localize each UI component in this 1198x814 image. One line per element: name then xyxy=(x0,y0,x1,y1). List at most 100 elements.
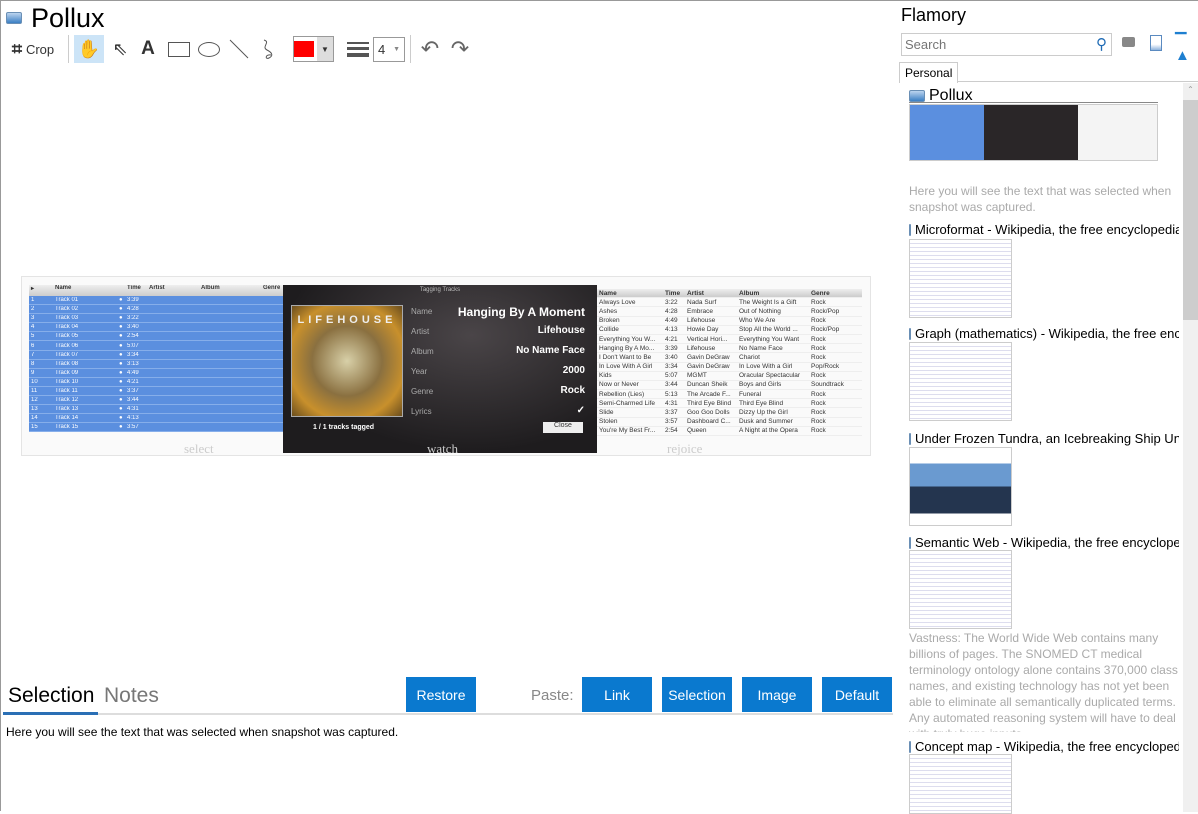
freehand-icon xyxy=(263,39,273,59)
paste-link-button[interactable]: Link xyxy=(582,677,652,712)
line-width-select[interactable]: 4 ▼ xyxy=(373,37,405,62)
hand-icon: ✋ xyxy=(77,38,101,59)
table-row: Broken 4:49 Lifehouse Who We Are Rock xyxy=(597,317,862,326)
snapshot-item-title[interactable]: Under Frozen Tundra, an Icebreaking Ship… xyxy=(909,431,1179,446)
collapse-top-icon[interactable]: ▔ ▲ xyxy=(1175,34,1190,63)
snapshot-item-title[interactable]: Concept map - Wikipedia, the free encycl… xyxy=(909,739,1179,754)
table-row: 4 Track 04 ● 3:40 xyxy=(29,323,289,333)
snapshot-thumbnail[interactable] xyxy=(909,447,1012,526)
paste-default-button[interactable]: Default xyxy=(822,677,892,712)
search-box[interactable]: ⚲ xyxy=(901,33,1112,56)
active-tab-indicator xyxy=(3,712,98,715)
table-row: In Love With A Girl 3:34 Gavin DeGraw In Lo… xyxy=(597,363,862,372)
table-row: 8 Track 08 ● 3:13 xyxy=(29,359,289,369)
tab-selection[interactable]: Selection xyxy=(8,684,94,708)
search-icon[interactable]: ⚲ xyxy=(1096,35,1107,53)
snapshot-image: ▸ Name Time Artist Album Genre 1 Track 01 ● 3:39… xyxy=(21,276,871,456)
snapshot-item-title[interactable]: Microformat - Wikipedia, the free encycl… xyxy=(909,222,1179,237)
tab-notes[interactable]: Notes xyxy=(104,684,159,708)
camera-icon[interactable] xyxy=(1122,37,1135,47)
text-icon: A xyxy=(141,38,155,59)
divider xyxy=(909,102,1158,103)
caption: select xyxy=(184,441,214,456)
snapshot-thumbnail[interactable] xyxy=(909,239,1012,318)
snapshot-item-title[interactable]: Graph (mathematics) - Wikipedia, the fre… xyxy=(909,326,1179,341)
snapshot-icon xyxy=(909,90,925,102)
line-width-icon xyxy=(345,35,371,63)
snapshot-icon xyxy=(909,432,911,445)
page-title: Pollux xyxy=(31,3,105,33)
table-row: Slide 3:37 Goo Goo Dolls Dizzy Up the Girl R… xyxy=(597,408,862,418)
dialog-title: Tagging Tracks xyxy=(419,287,461,293)
selection-text[interactable]: Here you will see the text that was sele… xyxy=(6,725,398,739)
table-row: 9 Track 09 ● 4:49 xyxy=(29,368,289,378)
table-row: 11 Track 11 ● 3:37 xyxy=(29,386,289,397)
table-header: Name Time Artist Album Genre xyxy=(597,289,862,299)
table-row: 2 Track 02 ● 4:28 xyxy=(29,305,289,315)
tag-field-value: Hanging By A Moment xyxy=(457,305,585,319)
ellipse-tool-button[interactable] xyxy=(196,35,222,63)
rectangle-tool-button[interactable] xyxy=(165,35,193,63)
close-button: Close xyxy=(543,422,583,433)
table-row: 10 Track 10 ● 4:21 xyxy=(29,377,289,387)
color-picker[interactable]: ▼ xyxy=(293,36,334,62)
table-row: 12 Track 12 ● 3:44 xyxy=(29,396,289,406)
color-swatch xyxy=(294,41,314,57)
table-row: You're My Best Fr... 2:54 Queen A Night at … xyxy=(597,427,862,436)
tag-field-value: 2000 xyxy=(562,365,585,376)
hand-tool-button[interactable]: ✋ xyxy=(74,35,104,63)
table-row: Ashes 4:28 Embrace Out of Nothing Rock/Pop xyxy=(597,307,862,317)
paste-label: Paste: xyxy=(531,687,574,704)
caption: rejoice xyxy=(667,441,703,456)
chevron-down-icon: ▼ xyxy=(317,37,333,61)
ellipse-icon xyxy=(198,41,220,57)
snapshot-pane: Pollux ⌗ Crop ✋ ⇖ A ▼ 4 ▼ ↶ ↷ ▸ Name Time Art… xyxy=(0,0,895,811)
snapshot-item-title[interactable]: Semantic Web - Wikipedia, the free encyc… xyxy=(909,535,1179,550)
freehand-tool-button[interactable] xyxy=(256,35,282,63)
crop-button[interactable]: ⌗ Crop xyxy=(7,35,59,63)
table-row: Now or Never 3:44 Duncan Sheik Boys and Gir… xyxy=(597,381,862,391)
snapshot-thumbnail[interactable] xyxy=(909,754,1012,814)
table-row: Always Love 3:22 Nada Surf The Weight Is a … xyxy=(597,298,862,308)
snapshot-thumbnail[interactable] xyxy=(909,550,1012,629)
tag-field-label: Name xyxy=(411,307,433,316)
search-input[interactable] xyxy=(902,34,1082,54)
caption: watch xyxy=(427,441,459,456)
table-row: 13 Track 13 ● 4:31 xyxy=(29,405,289,415)
line-tool-button[interactable] xyxy=(226,35,252,63)
scroll-up-icon[interactable]: ⌃ xyxy=(1183,85,1198,94)
table-row: 1 Track 01 ● 3:39 xyxy=(29,296,289,306)
left-track-table: ▸ Name Time Artist Album Genre 1 Track 01 ● 3:39… xyxy=(29,285,289,433)
table-row: I Don't Want to Be 3:40 Gavin DeGraw Chario… xyxy=(597,353,862,363)
scrollbar[interactable]: ⌃ xyxy=(1183,83,1198,812)
restore-button[interactable]: Restore xyxy=(406,677,476,712)
table-row: 15 Track 15 ● 3:57 xyxy=(29,423,289,433)
snapshot-thumbnail[interactable] xyxy=(909,104,1158,161)
snapshot-thumbnail[interactable] xyxy=(909,342,1012,421)
scrollbar-thumb[interactable] xyxy=(1183,100,1198,320)
table-row: Stolen 3:57 Dashboard C... Dusk and Summer R… xyxy=(597,418,862,427)
document-icon[interactable] xyxy=(1150,35,1162,51)
tag-field-label: Year xyxy=(411,367,428,376)
paste-selection-button[interactable]: Selection xyxy=(662,677,732,712)
table-row: 14 Track 14 ● 4:13 xyxy=(29,414,289,424)
rectangle-icon xyxy=(168,41,190,57)
select-tool-button[interactable]: ⇖ xyxy=(107,35,133,63)
snapshot-icon xyxy=(909,536,911,549)
undo-icon: ↶ xyxy=(420,36,440,61)
table-row: 6 Track 06 ● 5:07 xyxy=(29,341,289,351)
tag-field-value: ✓ xyxy=(576,405,585,416)
table-row: Everything You W... 4:21 Vertical Hori... E… xyxy=(597,335,862,345)
tab-divider xyxy=(958,81,1198,82)
table-row: Semi-Charmed Life 4:31 Third Eye Blind Thir… xyxy=(597,399,862,409)
tag-field-label: Lyrics xyxy=(411,407,432,416)
undo-button[interactable]: ↶ xyxy=(417,35,443,63)
crop-icon: ⌗ xyxy=(11,38,22,59)
tab-personal[interactable]: Personal xyxy=(899,62,958,83)
sidebar-title: Flamory xyxy=(901,5,967,25)
text-tool-button[interactable]: A xyxy=(135,35,161,63)
snapshot-icon xyxy=(909,740,911,753)
paste-image-button[interactable]: Image xyxy=(742,677,812,712)
redo-button[interactable]: ↷ xyxy=(447,35,473,63)
toolbar-divider xyxy=(68,35,69,63)
